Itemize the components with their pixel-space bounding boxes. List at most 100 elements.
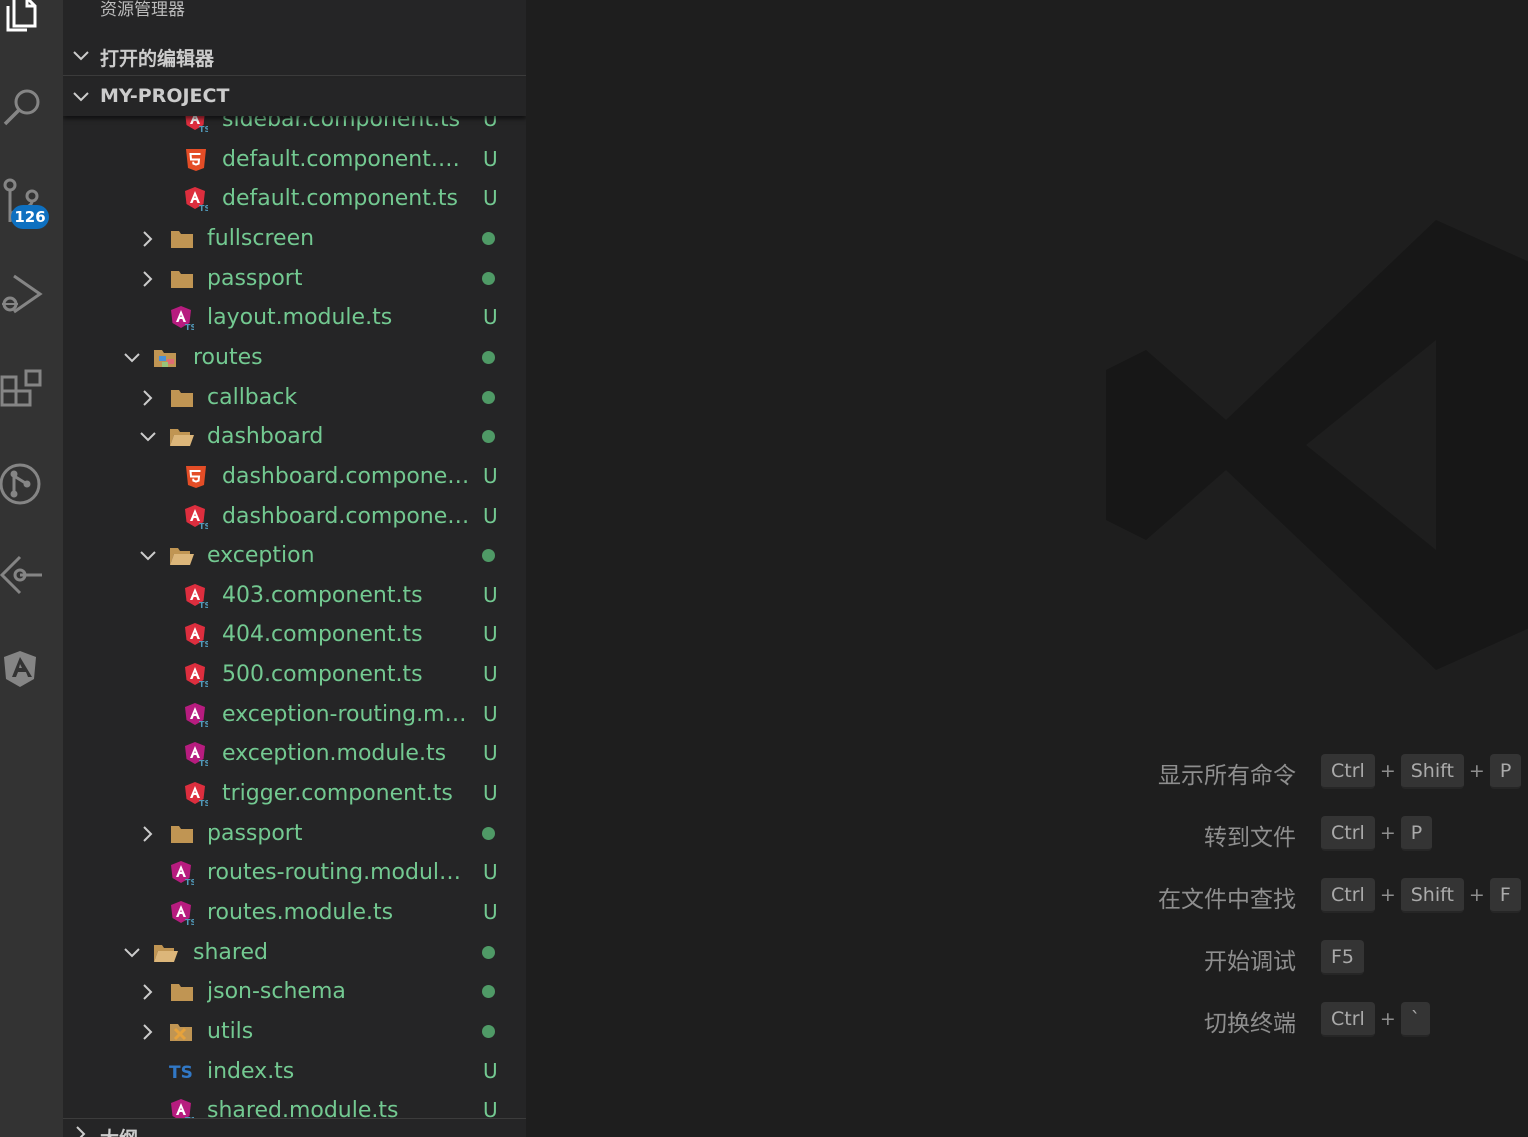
tree-file-dashboard-component[interactable]: dashboard.component... U	[63, 458, 526, 497]
angular-module-icon: TS	[169, 860, 195, 886]
tree-item-label: 404.component.ts	[222, 622, 423, 648]
tree-item-label: routes	[193, 344, 263, 370]
angular-module-icon: TS	[169, 900, 195, 926]
tree-folder-callback[interactable]: callback	[63, 379, 526, 418]
git-status-badge: U	[483, 622, 498, 647]
chevron-down-icon	[124, 353, 140, 363]
search-icon[interactable]	[0, 82, 48, 130]
git-status-badge: U	[483, 1058, 498, 1083]
file-tree: TS sidebar.component.ts Udefault.component…	[63, 105, 526, 1125]
run-debug-icon[interactable]	[0, 270, 48, 318]
tree-file-index-ts[interactable]: TS index.ts U	[63, 1053, 526, 1092]
editor-area: 显示所有命令 Ctrl + Shift + P 转到文件 Ctrl + P 在文件中查找 Ctrl + S…	[526, 0, 1528, 1137]
shortcut-label: 转到文件	[1204, 825, 1296, 851]
gitlens-icon[interactable]	[0, 555, 48, 603]
svg-text:TS: TS	[199, 204, 208, 212]
tree-folder-routes[interactable]: routes	[63, 339, 526, 378]
tree-file-default-component-html[interactable]: default.component.html U	[63, 141, 526, 180]
typescript-icon: TS	[169, 1059, 195, 1085]
tree-file-default-component-ts[interactable]: TS default.component.ts U	[63, 180, 526, 219]
tree-file-routes-module-ts[interactable]: TS routes.module.ts U	[63, 894, 526, 933]
keycap: Shift	[1400, 877, 1464, 913]
folder-icon	[169, 979, 195, 1005]
tree-item-label: passport	[207, 265, 303, 291]
tree-folder-exception[interactable]: exception	[63, 537, 526, 576]
angular-component-icon: TS	[183, 622, 209, 648]
tree-item-label: exception.module.ts	[222, 741, 447, 767]
tree-item-label: utils	[207, 1018, 254, 1044]
utils-folder-icon	[169, 1019, 195, 1045]
svg-text:TS: TS	[199, 640, 208, 648]
tree-item-label: dashboard.component...	[222, 463, 473, 489]
routes-folder-icon	[153, 345, 179, 371]
git-status-badge: U	[483, 305, 498, 330]
tree-file-dashboard-component[interactable]: TS dashboard.component... U	[63, 498, 526, 537]
tree-item-label: callback	[207, 384, 298, 410]
tree-file-exception-routing-mo[interactable]: TS exception-routing.mo... U	[63, 696, 526, 735]
keycap: Ctrl	[1321, 815, 1375, 851]
svg-text:TS: TS	[169, 1063, 193, 1082]
keycap: P	[1489, 753, 1522, 789]
tree-file-routes-routing-module-ts[interactable]: TS routes-routing.module.ts U	[63, 854, 526, 893]
tree-file-500-component-ts[interactable]: TS 500.component.ts U	[63, 656, 526, 695]
outline-section-header[interactable]: 大纲	[63, 1118, 526, 1137]
explorer-icon[interactable]	[0, 0, 48, 38]
angular-component-icon: TS	[183, 662, 209, 688]
angular-component-icon: TS	[183, 504, 209, 530]
tree-folder-shared[interactable]: shared	[63, 934, 526, 973]
git-modified-dot	[482, 350, 495, 364]
vscode-logo-watermark-icon	[1106, 220, 1528, 670]
keycap: Ctrl	[1321, 877, 1375, 913]
svg-text:TS: TS	[185, 323, 194, 331]
tree-folder-utils[interactable]: utils	[63, 1013, 526, 1052]
chevron-right-icon	[143, 1024, 153, 1040]
shortcut-keys: Ctrl + P	[1321, 814, 1433, 852]
folder-icon	[169, 385, 195, 411]
git-status-badge: U	[483, 662, 498, 687]
tree-item-label: layout.module.ts	[207, 305, 393, 331]
shortcut-label: 切换终端	[1204, 1011, 1296, 1037]
svg-text:TS: TS	[199, 125, 208, 133]
tree-folder-passport[interactable]: passport	[63, 260, 526, 299]
tree-folder-fullscreen[interactable]: fullscreen	[63, 220, 526, 259]
tree-file-layout-module-ts[interactable]: TS layout.module.ts U	[63, 299, 526, 338]
angular-icon[interactable]	[0, 647, 48, 695]
keycap: Shift	[1400, 753, 1464, 789]
plus-separator: +	[1379, 884, 1396, 906]
chevron-right-icon	[76, 1126, 86, 1137]
outline-label: 大纲	[100, 1124, 138, 1137]
chevron-right-icon	[143, 389, 153, 406]
chevron-right-icon	[143, 231, 153, 247]
git-graph-icon[interactable]	[0, 460, 48, 508]
git-modified-dot	[482, 549, 495, 563]
angular-module-icon: TS	[183, 702, 209, 728]
tree-item-label: dashboard.component...	[222, 503, 473, 529]
tree-item-label: default.component.html	[222, 146, 473, 172]
shortcut-row: 切换终端 Ctrl + `	[526, 1000, 1528, 1040]
tree-item-label: routes.module.ts	[207, 900, 394, 925]
tree-file-403-component-ts[interactable]: TS 403.component.ts U	[63, 577, 526, 616]
tree-file-trigger-component-ts[interactable]: TS trigger.component.ts U	[63, 775, 526, 814]
svg-text:TS: TS	[199, 680, 208, 688]
activity-bar: 126	[0, 0, 63, 1137]
shortcut-label: 在文件中查找	[1158, 887, 1296, 913]
tree-folder-passport[interactable]: passport	[63, 815, 526, 854]
git-status-badge: U	[483, 860, 498, 885]
source-control-badge: 126	[11, 205, 49, 229]
tree-item-label: shared	[193, 939, 268, 965]
tree-item-label: exception-routing.mo...	[222, 701, 473, 727]
extensions-icon[interactable]	[0, 365, 48, 413]
svg-text:TS: TS	[185, 878, 194, 886]
tree-folder-dashboard[interactable]: dashboard	[63, 418, 526, 457]
angular-component-icon: TS	[183, 781, 209, 807]
tree-folder-json-schema[interactable]: json-schema	[63, 973, 526, 1012]
plus-separator: +	[1379, 760, 1396, 782]
project-section-header[interactable]: MY-PROJECT	[63, 78, 526, 116]
shortcut-keys: F5	[1321, 938, 1365, 976]
git-status-badge: U	[483, 900, 498, 924]
open-editors-section-header[interactable]: 打开的编辑器	[63, 37, 526, 76]
tree-file-exception-module-ts[interactable]: TS exception.module.ts U	[63, 735, 526, 774]
tree-item-label: passport	[207, 820, 303, 846]
tree-item-label: json-schema	[207, 979, 346, 1005]
tree-file-404-component-ts[interactable]: TS 404.component.ts U	[63, 616, 526, 655]
